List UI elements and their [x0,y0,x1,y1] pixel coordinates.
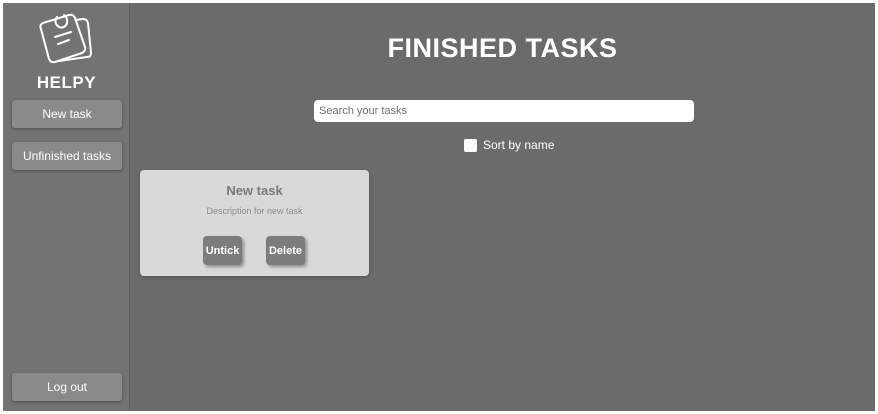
sidebar: HELPY New task Unfinished tasks Log out [3,3,130,411]
task-title: New task [226,183,283,198]
page-title: FINISHED TASKS [387,33,618,63]
task-description: Description for new task [206,206,303,216]
delete-button[interactable]: Delete [266,236,305,265]
sort-by-name-control: Sort by name [464,138,554,152]
task-card: New task Description for new task Untick… [140,170,369,276]
brand-name: HELPY [36,73,97,92]
sidebar-item-unfinished-tasks[interactable]: Unfinished tasks [12,142,122,170]
untick-button[interactable]: Untick [203,236,242,265]
logout-button[interactable]: Log out [12,373,122,401]
sort-checkbox[interactable] [464,138,477,152]
sort-label[interactable]: Sort by name [483,138,554,152]
main-content: FINISHED TASKS Sort by name New task Des… [130,3,875,411]
sticky-notes-icon [33,9,95,69]
search-input[interactable] [314,100,694,122]
sidebar-item-new-task[interactable]: New task [12,100,122,128]
app-window: HELPY New task Unfinished tasks Log out … [3,3,875,411]
